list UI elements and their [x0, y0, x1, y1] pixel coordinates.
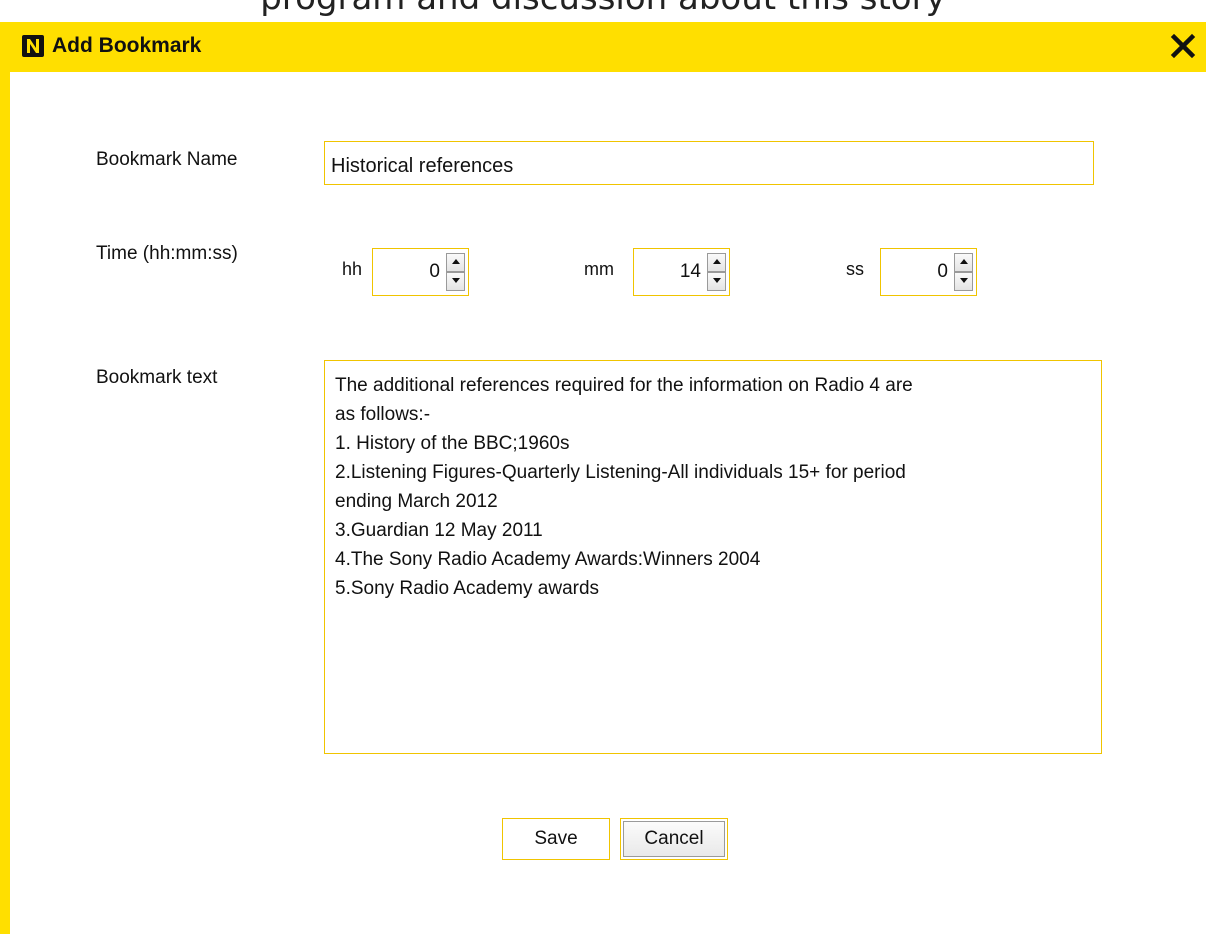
save-button-label: Save [534, 828, 578, 849]
ss-label: ss [846, 259, 864, 279]
cancel-button-face: Cancel [623, 821, 725, 857]
text-line: ending March 2012 [335, 491, 498, 512]
background-text: program and discussion about this story [0, 0, 1206, 18]
bookmark-text-area[interactable]: The additional references required for t… [324, 360, 1102, 754]
hours-up-arrow-icon[interactable] [446, 253, 465, 272]
seconds-stepper[interactable]: 0 [880, 248, 977, 296]
minutes-down-arrow-icon[interactable] [707, 272, 726, 291]
cancel-button-label: Cancel [644, 828, 704, 849]
hours-value: 0 [429, 261, 440, 282]
text-line: 2.Listening Figures-Quarterly Listening-… [335, 462, 906, 483]
bookmark-name-label: Bookmark Name [96, 149, 238, 170]
minutes-up-arrow-icon[interactable] [707, 253, 726, 272]
seconds-value: 0 [937, 261, 948, 282]
cancel-button[interactable]: Cancel [620, 818, 728, 860]
text-line: The additional references required for t… [335, 375, 913, 396]
hours-stepper[interactable]: 0 [372, 248, 469, 296]
bookmark-text-label: Bookmark text [96, 367, 218, 388]
close-icon[interactable] [1168, 31, 1198, 61]
text-line: 5.Sony Radio Academy awards [335, 578, 600, 599]
dialog-left-border [0, 72, 10, 934]
text-line: 4.The Sony Radio Academy Awards:Winners … [335, 549, 761, 570]
minutes-stepper[interactable]: 14 [633, 248, 730, 296]
minutes-value: 14 [679, 261, 701, 282]
text-line: as follows:- [335, 404, 431, 425]
save-button[interactable]: Save [502, 818, 610, 860]
mm-label: mm [584, 259, 614, 279]
dialog-title: Add Bookmark [52, 34, 202, 57]
hours-down-arrow-icon[interactable] [446, 272, 465, 291]
time-label: Time (hh:mm:ss) [96, 243, 238, 264]
bookmark-name-input[interactable] [324, 141, 1094, 185]
add-bookmark-dialog: Add Bookmark Bookmark Name Time (hh:mm:s… [0, 22, 1206, 934]
seconds-down-arrow-icon[interactable] [954, 272, 973, 291]
hh-label: hh [342, 259, 363, 279]
text-line: 3.Guardian 12 May 2011 [335, 520, 543, 541]
seconds-up-arrow-icon[interactable] [954, 253, 973, 272]
text-line: 1. History of the BBC;1960s [335, 433, 570, 454]
n-logo-icon [22, 35, 44, 57]
background-page: program and discussion about this story [0, 0, 1206, 22]
title-bar: Add Bookmark [0, 22, 1206, 72]
